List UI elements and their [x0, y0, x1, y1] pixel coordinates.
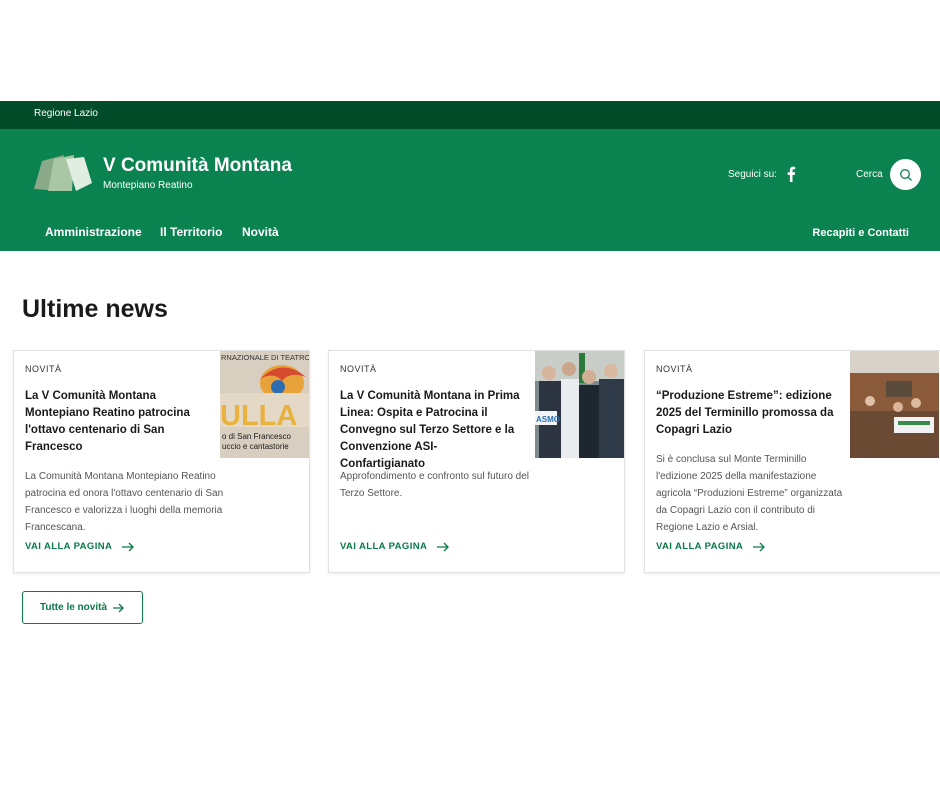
card-title[interactable]: La V Comunità Montana Montepiano Reatino…	[25, 388, 207, 456]
site-subtitle: Montepiano Reatino	[103, 180, 193, 191]
svg-text:ASMO: ASMO	[536, 415, 560, 424]
arrow-right-icon	[753, 542, 766, 551]
news-card: NOVITÀ “Produzione Estreme”: edizione 20…	[644, 350, 940, 573]
news-card: NOVITÀ La V Comunità Montana Montepiano …	[13, 350, 310, 573]
card-category: NOVITÀ	[656, 364, 693, 374]
svg-text:RNAZIONALE DI TEATRO: RNAZIONALE DI TEATRO	[221, 353, 309, 362]
nav-contacts[interactable]: Recapiti e Contatti	[812, 227, 909, 239]
section-title: Ultime news	[22, 295, 168, 323]
top-bar: Regione Lazio	[0, 101, 940, 129]
card-text: Approfondimento e confronto sul futuro d…	[340, 471, 530, 499]
card-image[interactable]: ASMO	[535, 351, 624, 458]
card-title[interactable]: “Produzione Estreme”: edizione 2025 del …	[656, 388, 838, 439]
arrow-right-icon	[437, 542, 450, 551]
region-link[interactable]: Regione Lazio	[34, 108, 98, 119]
news-card: NOVITÀ La V Comunità Montana in Prima Li…	[328, 350, 625, 573]
search-label: Cerca	[856, 169, 883, 180]
svg-text:uccio e cantastorie: uccio e cantastorie	[222, 442, 289, 451]
card-link-label: VAI ALLA PAGINA	[25, 541, 113, 552]
card-title[interactable]: La V Comunità Montana in Prima Linea: Os…	[340, 388, 522, 473]
nav-novita[interactable]: Novità	[242, 225, 279, 239]
theatre-poster-image: RNAZIONALE DI TEATRO ULLA o di San Franc…	[220, 351, 309, 458]
social-label: Seguici su:	[728, 169, 777, 180]
nav-territorio[interactable]: Il Territorio	[160, 225, 222, 239]
nav-amministrazione[interactable]: Amministrazione	[45, 225, 142, 239]
card-text: La Comunità Montana Montepiano Reatino p…	[25, 471, 224, 533]
svg-text:o di San Francesco: o di San Francesco	[222, 432, 291, 441]
card-link[interactable]: VAI ALLA PAGINA	[656, 541, 766, 552]
card-text: Si è conclusa sul Monte Terminillo l'edi…	[656, 454, 843, 533]
all-news-label: Tutte le novità	[39, 602, 108, 613]
card-image[interactable]: RNAZIONALE DI TEATRO ULLA o di San Franc…	[220, 351, 309, 458]
search-icon	[899, 168, 912, 181]
arrow-right-icon	[113, 603, 124, 612]
facebook-icon[interactable]	[785, 166, 797, 182]
card-link-label: VAI ALLA PAGINA	[340, 541, 428, 552]
card-category: NOVITÀ	[340, 364, 377, 374]
card-image[interactable]	[850, 351, 939, 458]
card-link[interactable]: VAI ALLA PAGINA	[25, 541, 135, 552]
svg-text:ULLA: ULLA	[220, 400, 297, 432]
event-photo-image	[850, 351, 939, 458]
site-title[interactable]: V Comunità Montana	[103, 155, 292, 177]
card-link-label: VAI ALLA PAGINA	[656, 541, 744, 552]
search-button[interactable]	[890, 159, 921, 190]
conference-photo-image: ASMO	[535, 351, 624, 458]
all-news-button[interactable]: Tutte le novità	[22, 591, 143, 624]
card-category: NOVITÀ	[25, 364, 62, 374]
card-link[interactable]: VAI ALLA PAGINA	[340, 541, 450, 552]
logo-icon[interactable]	[34, 153, 92, 195]
site-header: V Comunità Montana Montepiano Reatino Se…	[0, 129, 940, 251]
arrow-right-icon	[122, 542, 135, 551]
